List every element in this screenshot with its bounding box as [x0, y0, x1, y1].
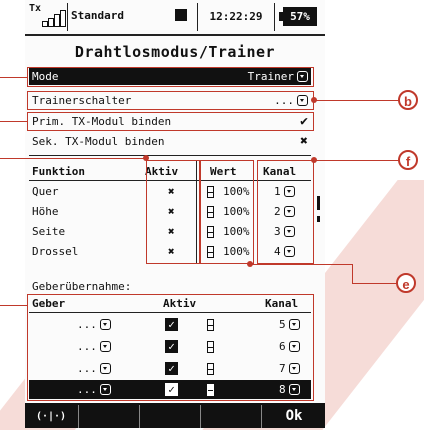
- scroll-indicator[interactable]: [317, 196, 320, 210]
- callout-box-prim-tx: [27, 112, 314, 131]
- leader-line: [352, 283, 398, 284]
- func-name: Seite: [32, 225, 66, 238]
- leader-line: [314, 100, 400, 101]
- divider: [29, 155, 311, 156]
- signal-strength-icon: [60, 10, 66, 27]
- callout-badge-f: f: [398, 150, 418, 170]
- footer-bar: (·|·) Ok: [25, 403, 325, 428]
- leader-line: [0, 305, 27, 306]
- header-funktion: Funktion: [32, 165, 85, 178]
- scroll-indicator[interactable]: [317, 216, 320, 222]
- leader-dot: [311, 97, 317, 103]
- callout-badge-e: e: [396, 273, 416, 293]
- leader-line: [0, 77, 27, 78]
- leader-dot: [311, 157, 317, 163]
- record-icon: [175, 9, 187, 21]
- geber-section-title-text: Geberübernahme:: [32, 280, 132, 293]
- battery-icon: 57%: [279, 7, 317, 26]
- sek-tx-bind-label: Sek. TX-Modul binden: [32, 135, 165, 148]
- ok-button[interactable]: Ok: [261, 405, 325, 428]
- geber-section-title: Geberübernahme:: [29, 278, 311, 295]
- wireless-button[interactable]: (·|·): [25, 405, 77, 428]
- leader-dot: [143, 155, 149, 161]
- footer-button-3[interactable]: [139, 405, 200, 428]
- leader-line: [0, 158, 146, 159]
- clock: 12:22:29: [197, 3, 275, 31]
- callout-box-kanal-column: [257, 160, 314, 264]
- status-bar: Tx Standard 12:22:29 57%: [25, 0, 325, 36]
- wireless-icon: (·|·): [35, 411, 67, 422]
- battery-level: 57%: [290, 10, 310, 23]
- func-name: Quer: [32, 185, 59, 198]
- footer-button-2[interactable]: [78, 405, 139, 428]
- tx-signal-indicator: Tx: [27, 3, 68, 31]
- leader-line: [0, 121, 27, 122]
- tx-label: Tx: [29, 3, 42, 14]
- leader-dot: [247, 261, 253, 267]
- callout-box-wert-column: [200, 160, 254, 264]
- callout-badge-b: b: [398, 90, 418, 110]
- callout-box-trainerschalter: [27, 91, 314, 110]
- footer-button-4[interactable]: [200, 405, 261, 428]
- callout-box-mode: [27, 67, 314, 87]
- model-profile-name[interactable]: Standard: [71, 9, 124, 22]
- leader-line: [250, 264, 353, 265]
- leader-line: [314, 160, 400, 161]
- cross-icon: ✖: [300, 134, 308, 149]
- sek-tx-bind-row[interactable]: Sek. TX-Modul binden ✖: [29, 133, 311, 150]
- callout-box-geber-table: [27, 294, 314, 401]
- page-title: Drahtlosmodus/Trainer: [74, 43, 276, 61]
- func-name: Drossel: [32, 245, 79, 258]
- func-name: Höhe: [32, 205, 59, 218]
- callout-box-aktiv-column: [146, 160, 200, 264]
- leader-line: [352, 264, 353, 283]
